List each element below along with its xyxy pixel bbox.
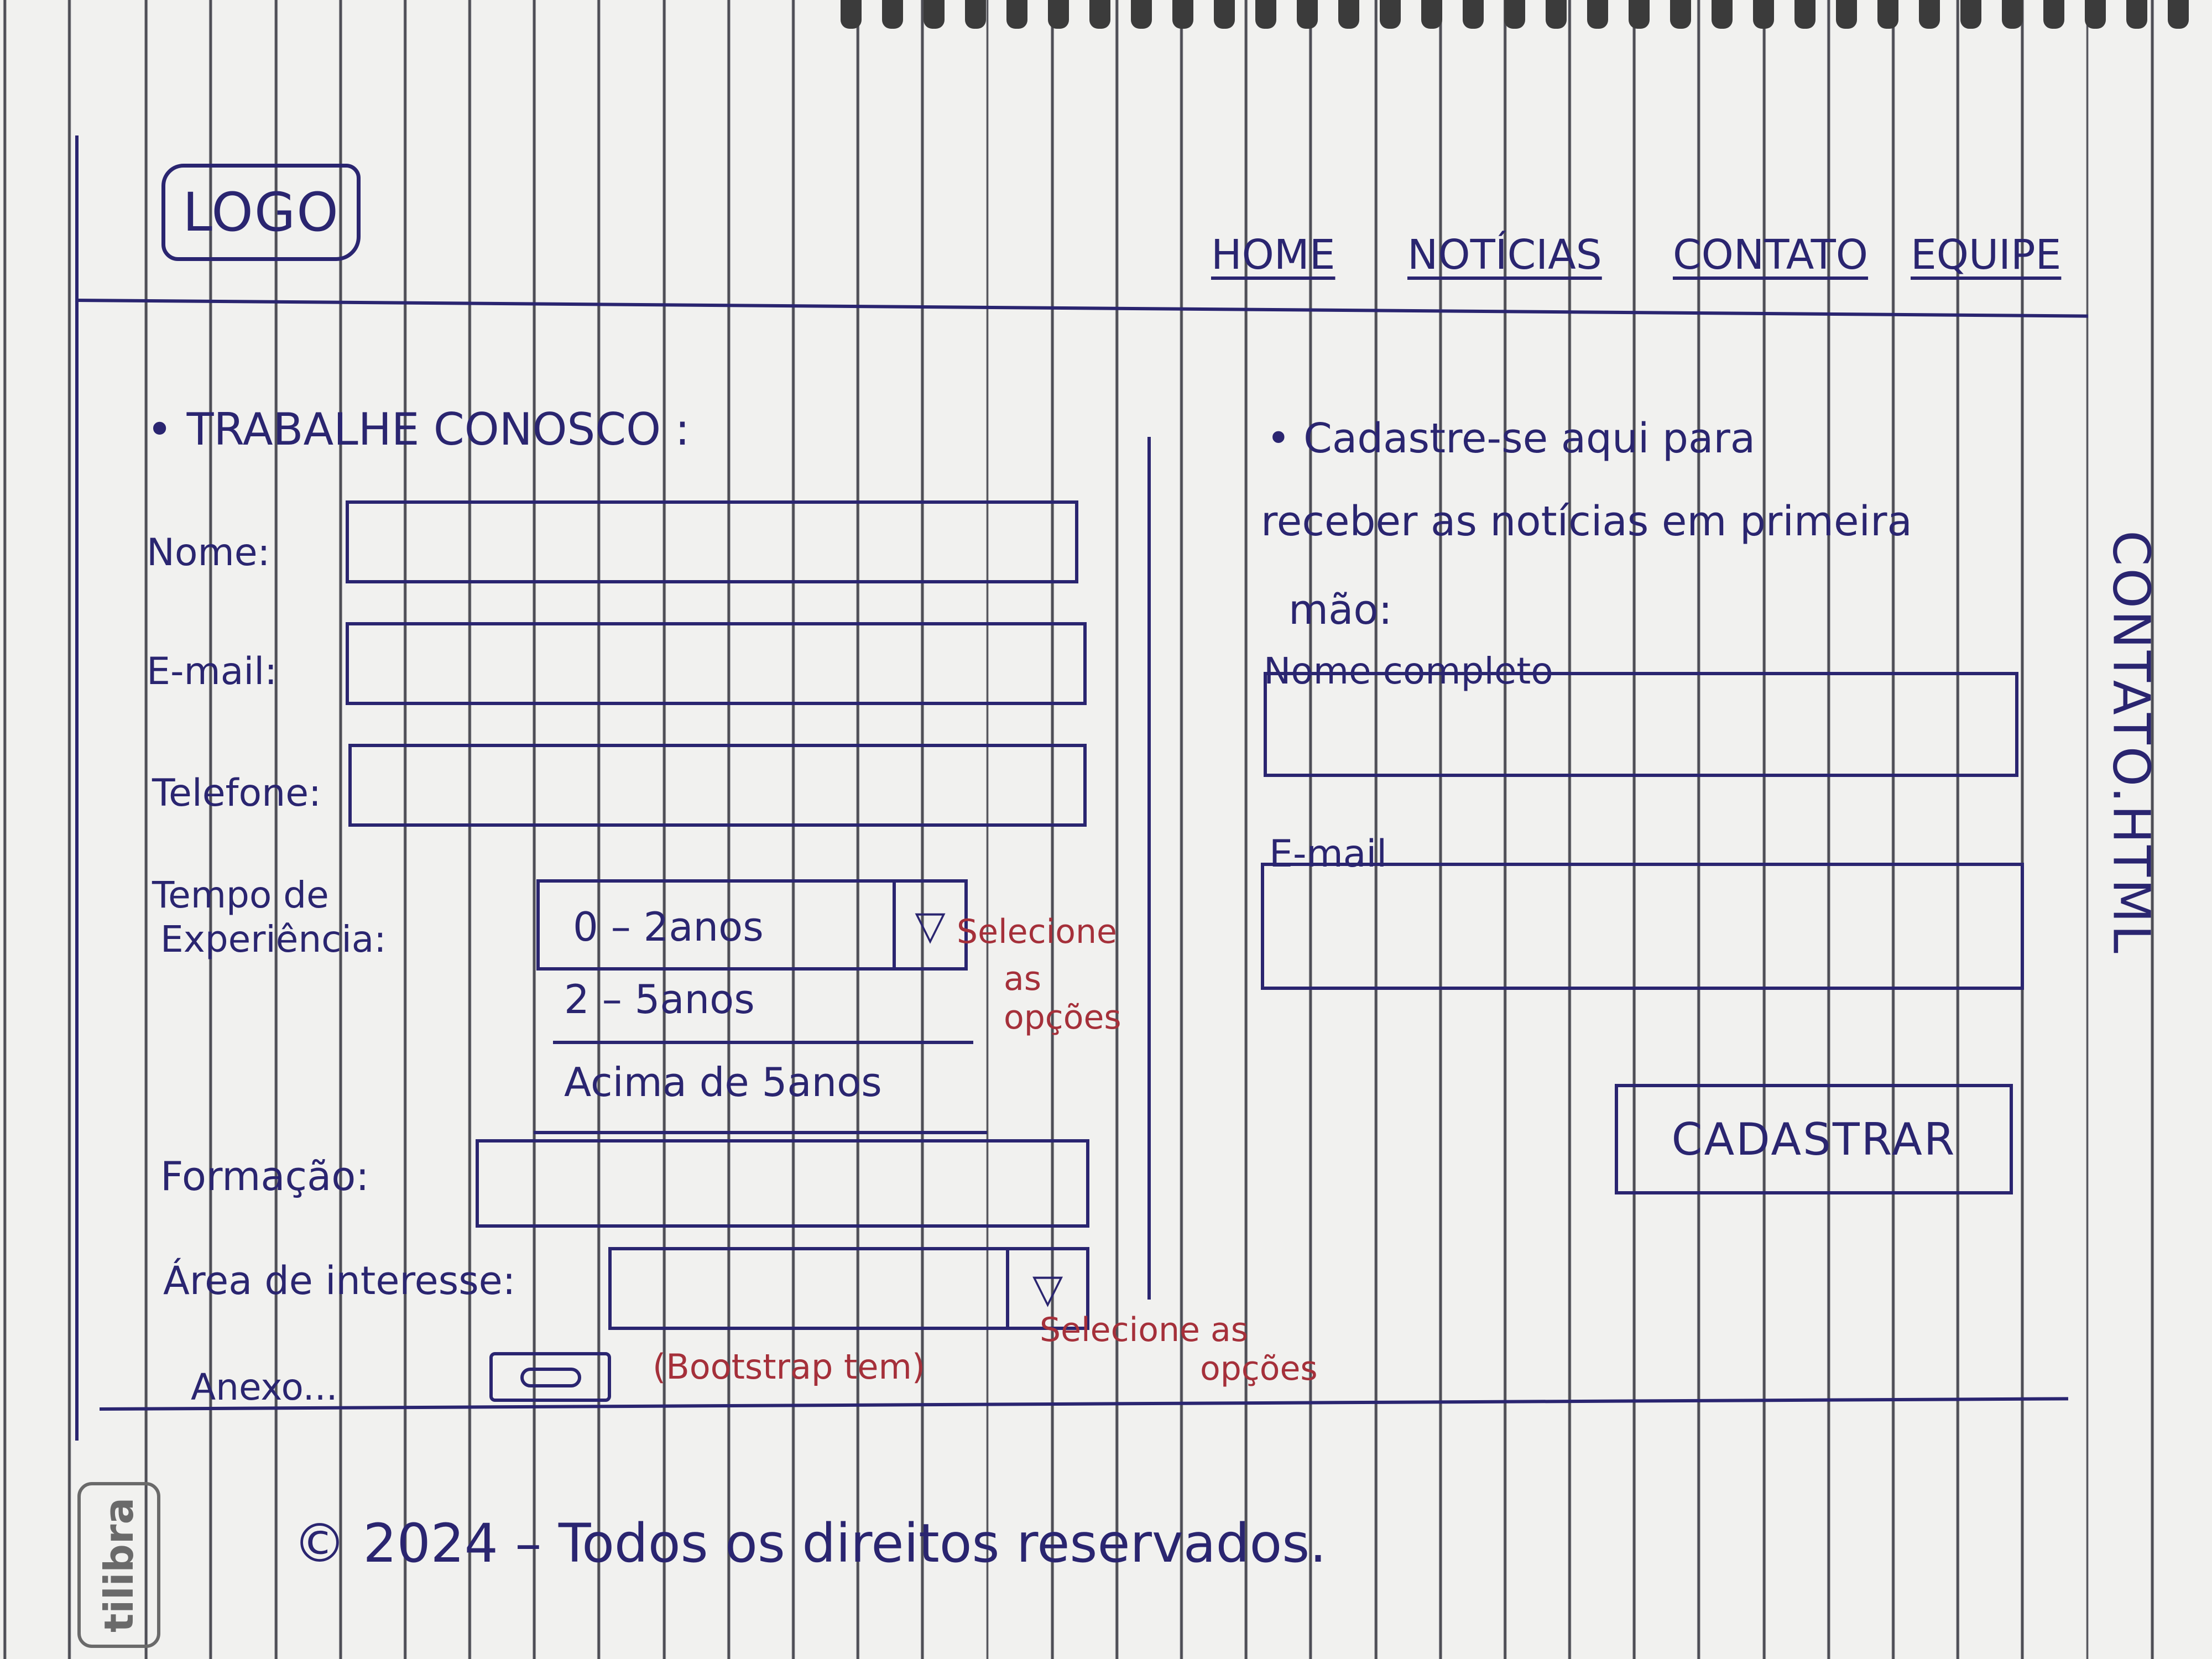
option-divider xyxy=(534,1131,987,1134)
work-form-title: • TRABALHE CONOSCO : xyxy=(147,404,690,455)
newsletter-intro-line3: mão: xyxy=(1288,586,1392,634)
newsletter-email-input[interactable] xyxy=(1261,863,2024,990)
newsletter-intro-line2: receber as notícias em primeira xyxy=(1261,498,1912,545)
page-filename-note: CONTATO.HTML xyxy=(2101,530,2161,956)
register-button[interactable]: CADASTRAR xyxy=(1615,1084,2013,1194)
phone-label: Telefone: xyxy=(152,771,321,815)
logo[interactable]: LOGO xyxy=(161,164,361,261)
experience-option-above-5[interactable]: Acima de 5anos xyxy=(564,1059,882,1105)
nav-contato[interactable]: CONTATO xyxy=(1673,231,1868,279)
dropdown-arrow-icon[interactable]: ▽ xyxy=(893,883,964,967)
newsletter-intro-line1: • Cadastre-se aqui para xyxy=(1266,415,1756,462)
name-label: Nome: xyxy=(147,531,270,575)
notebook-brand-logo: tilibra xyxy=(77,1482,160,1648)
column-divider xyxy=(1147,437,1151,1300)
logo-text: LOGO xyxy=(182,181,340,243)
education-input[interactable] xyxy=(476,1139,1089,1228)
interest-note-line1: Selecione as xyxy=(1040,1311,1248,1349)
attachment-note: (Bootstrap tem) xyxy=(653,1347,926,1387)
interest-label: Área de interesse: xyxy=(163,1258,516,1303)
toggle-icon xyxy=(520,1368,581,1387)
nav-noticias[interactable]: NOTÍCIAS xyxy=(1407,231,1602,279)
interest-note-line2: opções xyxy=(1200,1349,1318,1388)
phone-input[interactable] xyxy=(348,744,1087,827)
experience-note-line2: as xyxy=(1004,959,1042,998)
education-label: Formação: xyxy=(160,1153,369,1199)
experience-option-2-5[interactable]: 2 – 5anos xyxy=(564,976,755,1022)
experience-note-line3: opções xyxy=(1004,998,1121,1037)
email-label: E-mail: xyxy=(147,650,278,693)
footer-copyright: © 2024 – Todos os direitos reservados. xyxy=(293,1512,1327,1574)
experience-note-line1: Selecione xyxy=(957,912,1117,951)
attachment-label: Anexo... xyxy=(191,1366,338,1408)
experience-label-line2: Experiência: xyxy=(160,918,387,961)
spiral-binding xyxy=(830,0,2212,33)
experience-select[interactable]: 0 – 2anos ▽ xyxy=(536,879,968,971)
experience-label-line1: Tempo de xyxy=(152,874,329,916)
name-input[interactable] xyxy=(346,500,1078,583)
attachment-upload-button[interactable] xyxy=(489,1352,611,1402)
interest-select[interactable]: ▽ xyxy=(608,1247,1089,1330)
email-input[interactable] xyxy=(346,622,1087,705)
nav-home[interactable]: HOME xyxy=(1211,231,1335,279)
experience-selected-value: 0 – 2anos xyxy=(573,904,764,950)
option-divider xyxy=(553,1041,973,1044)
nav-equipe[interactable]: EQUIPE xyxy=(1911,231,2061,279)
page-left-border xyxy=(75,135,79,1441)
newsletter-name-input[interactable] xyxy=(1264,672,2018,777)
